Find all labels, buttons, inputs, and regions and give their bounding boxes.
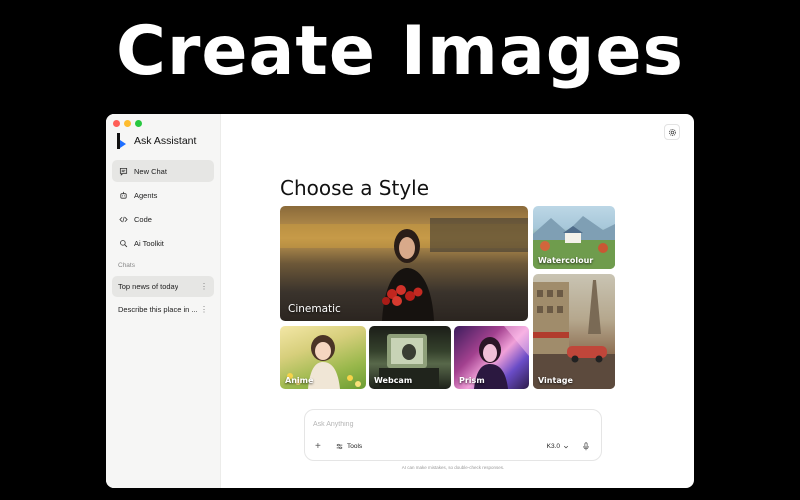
style-card-watercolour[interactable]: Watercolour (533, 206, 615, 269)
sidebar-item-label: Code (134, 214, 152, 224)
style-card-vintage[interactable]: Vintage (533, 274, 615, 389)
chats-section-label: Chats (118, 262, 135, 269)
hero-title: Create Images (115, 12, 685, 91)
disclaimer-text: AI can make mistakes, so double-check re… (401, 465, 505, 470)
style-label: Webcam (374, 376, 413, 385)
sidebar-item-new-chat[interactable]: New Chat (112, 160, 214, 182)
tools-button[interactable]: Tools (336, 443, 362, 450)
model-selector[interactable]: K3.0 (547, 443, 569, 450)
sidebar-item-ai-toolkit[interactable]: Ai Toolkit (112, 232, 214, 254)
style-label: Prism (459, 376, 485, 385)
toolkit-icon (118, 238, 128, 248)
model-label: K3.0 (546, 443, 560, 450)
style-label: Cinematic (288, 303, 341, 315)
style-label: Vintage (538, 376, 573, 385)
maximize-window-button[interactable] (135, 120, 142, 127)
tools-icon (336, 443, 343, 450)
style-card-prism[interactable]: Prism (454, 326, 529, 389)
chevron-down-icon (563, 445, 569, 448)
sidebar-item-agents[interactable]: Agents (112, 184, 214, 206)
sidebar-item-label: Agents (134, 190, 158, 200)
chat-icon (118, 166, 128, 176)
style-label: Watercolour (538, 256, 594, 265)
chat-title: Top news of today (118, 282, 179, 291)
app-window: Ask Assistant New Chat Agents Code Ai To… (106, 114, 694, 488)
brand[interactable]: Ask Assistant (112, 130, 214, 152)
settings-button[interactable] (664, 124, 680, 140)
chat-title: Describe this place in ... (118, 305, 198, 314)
style-card-webcam[interactable]: Webcam (369, 326, 451, 389)
window-controls (113, 120, 142, 127)
sidebar-item-label: Ai Toolkit (134, 238, 164, 248)
minimize-window-button[interactable] (124, 120, 131, 127)
chat-history-item[interactable]: Describe this place in ... ⋮ (112, 299, 214, 320)
code-icon (118, 214, 128, 224)
vintage-image (533, 280, 615, 389)
main-panel: Choose a Style Cinematic Watercolour Vin… (221, 114, 694, 488)
style-card-anime[interactable]: Anime (280, 326, 366, 389)
style-card-cinematic[interactable]: Cinematic (280, 206, 528, 321)
gear-icon (668, 128, 676, 136)
page-title: Choose a Style (280, 176, 430, 200)
sidebar-item-code[interactable]: Code (112, 208, 214, 230)
more-options-icon[interactable]: ⋮ (200, 305, 208, 314)
prompt-input[interactable] (313, 418, 583, 430)
microphone-icon (583, 441, 589, 450)
chat-history-item[interactable]: Top news of today ⋮ (112, 276, 214, 297)
more-options-icon[interactable]: ⋮ (200, 282, 208, 291)
add-attachment-button[interactable]: + (315, 441, 321, 452)
style-label: Anime (285, 376, 314, 385)
brand-logo-icon (116, 133, 128, 149)
composer: + Tools K3.0 (304, 409, 602, 461)
sidebar: Ask Assistant New Chat Agents Code Ai To… (106, 114, 221, 488)
microphone-button[interactable] (581, 441, 591, 451)
agent-icon (118, 190, 128, 200)
sidebar-item-label: New Chat (134, 166, 167, 176)
tools-label: Tools (347, 443, 363, 450)
close-window-button[interactable] (113, 120, 120, 127)
app-name: Ask Assistant (134, 135, 197, 147)
